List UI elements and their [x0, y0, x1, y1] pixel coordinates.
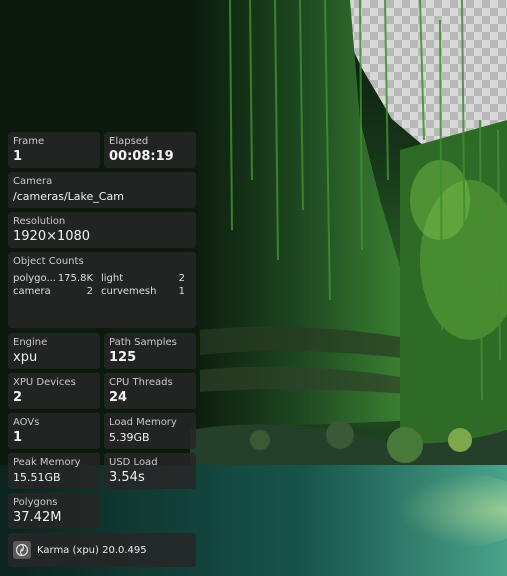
path-samples-stat: Path Samples 125: [104, 333, 196, 369]
count-item: polygo... 175.8K: [13, 273, 101, 284]
xpu-devices-label: XPU Devices: [13, 377, 76, 388]
object-counts-label: Object Counts: [13, 256, 84, 267]
usd-load-label: USD Load: [109, 457, 158, 468]
load-memory-stat: Load Memory 5.39GB: [104, 413, 196, 449]
render-stats-overlay: Frame 1 Elapsed 00:08:19 Camera /cameras…: [0, 0, 507, 576]
path-samples-value: 125: [109, 350, 137, 365]
engine-label: Engine: [13, 337, 48, 348]
xpu-devices-stat: XPU Devices 2: [8, 373, 100, 409]
aovs-label: AOVs: [13, 417, 40, 428]
peak-memory-stat: Peak Memory 15.51GB: [8, 453, 100, 489]
count-item: curvemesh 1: [101, 286, 193, 297]
xpu-devices-value: 2: [13, 390, 23, 405]
count-item: camera 2: [13, 286, 101, 297]
path-samples-label: Path Samples: [109, 337, 177, 348]
resolution-label: Resolution: [13, 216, 66, 227]
peak-memory-label: Peak Memory: [13, 457, 81, 468]
usd-load-stat: USD Load 3.54s: [104, 453, 196, 489]
object-counts-list: polygo... 175.8K light 2 camera 2 curvem…: [13, 273, 191, 297]
count-name: polygo...: [13, 273, 56, 284]
cpu-threads-stat: CPU Threads 24: [104, 373, 196, 409]
cpu-threads-value: 24: [109, 390, 128, 405]
count-item: light 2: [101, 273, 193, 284]
camera-value: /cameras/Lake_Cam: [13, 190, 124, 203]
object-counts-stat: Object Counts polygo... 175.8K light 2 c…: [8, 252, 196, 328]
count-value: 1: [178, 286, 185, 297]
frame-label: Frame: [13, 136, 45, 147]
polygons-value: 37.42M: [13, 510, 62, 525]
usd-load-value: 3.54s: [109, 470, 145, 485]
aovs-stat: AOVs 1: [8, 413, 100, 449]
engine-stat: Engine xpu: [8, 333, 100, 369]
count-value: 2: [86, 286, 93, 297]
peak-memory-value: 15.51GB: [13, 471, 61, 484]
aovs-value: 1: [13, 430, 23, 445]
elapsed-stat: Elapsed 00:08:19: [104, 132, 196, 168]
count-name: curvemesh: [101, 286, 157, 297]
count-value: 2: [178, 273, 185, 284]
renderer-version: Karma (xpu) 20.0.495: [37, 544, 147, 556]
engine-value: xpu: [13, 350, 38, 365]
resolution-stat: Resolution 1920×1080: [8, 212, 196, 248]
count-name: light: [101, 273, 124, 284]
camera-stat: Camera /cameras/Lake_Cam: [8, 172, 196, 208]
load-memory-value: 5.39GB: [109, 431, 150, 444]
polygons-label: Polygons: [13, 497, 58, 508]
load-memory-label: Load Memory: [109, 417, 177, 428]
elapsed-value: 00:08:19: [109, 149, 174, 164]
cpu-threads-label: CPU Threads: [109, 377, 173, 388]
resolution-value: 1920×1080: [13, 229, 91, 244]
renderer-info: Karma (xpu) 20.0.495: [8, 533, 196, 567]
frame-stat: Frame 1: [8, 132, 100, 168]
polygons-stat: Polygons 37.42M: [8, 493, 100, 529]
frame-value: 1: [13, 149, 23, 164]
elapsed-label: Elapsed: [109, 136, 149, 147]
karma-logo-icon: [13, 541, 31, 559]
count-name: camera: [13, 286, 51, 297]
camera-label: Camera: [13, 176, 53, 187]
count-value: 175.8K: [57, 273, 93, 284]
